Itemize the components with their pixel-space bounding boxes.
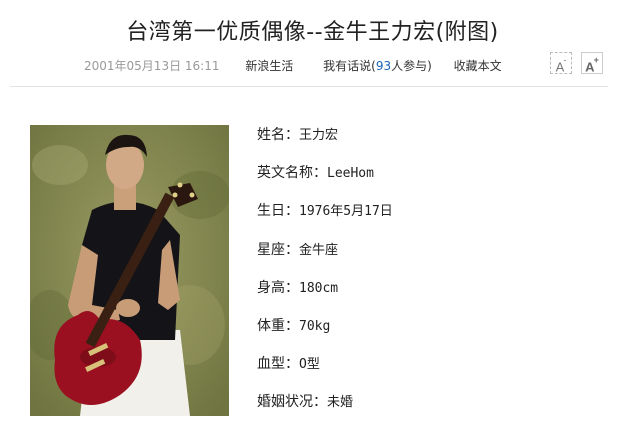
publish-date: 2001年05月13日 16:11 — [84, 59, 220, 73]
profile-row-name: 姓名：王力宏 — [257, 127, 339, 143]
article-title: 台湾第一优质偶像--金牛王力宏(附图) — [126, 20, 499, 45]
profile-row-english-name: 英文名称：LeeHom — [257, 165, 374, 182]
profile-row-zodiac: 星座：金牛座 — [257, 241, 339, 258]
favorite-link[interactable]: 收藏本文 — [454, 59, 502, 73]
font-decrease-button[interactable]: A- — [550, 52, 572, 74]
profile-list: 姓名：王力宏 英文名称：LeeHom 生日：1976年5月17日 星座：金牛座 … — [257, 125, 393, 431]
article-meta: 2001年05月13日 16:11 新浪生活 我有话说(93人参与) 收藏本文 — [84, 57, 502, 74]
comment-link[interactable]: 我有话说(93人参与) — [323, 59, 432, 73]
font-increase-button[interactable]: A+ — [581, 52, 603, 74]
profile-row-height: 身高：180cm — [257, 279, 339, 296]
header-divider — [10, 86, 608, 87]
portrait-photo — [30, 125, 229, 416]
comment-prefix: 我有话说( — [323, 59, 376, 73]
profile-row-blood-type: 血型：O型 — [257, 356, 320, 373]
profile-row-weight: 体重：70kg — [257, 317, 331, 334]
profile-row-birthday: 生日：1976年5月17日 — [257, 203, 393, 220]
profile-row-marital-status: 婚姻状况：未婚 — [257, 394, 354, 411]
comment-count: 93 — [375, 59, 392, 73]
channel-link[interactable]: 新浪生活 — [245, 59, 293, 73]
comment-suffix: 人参与) — [391, 59, 432, 73]
